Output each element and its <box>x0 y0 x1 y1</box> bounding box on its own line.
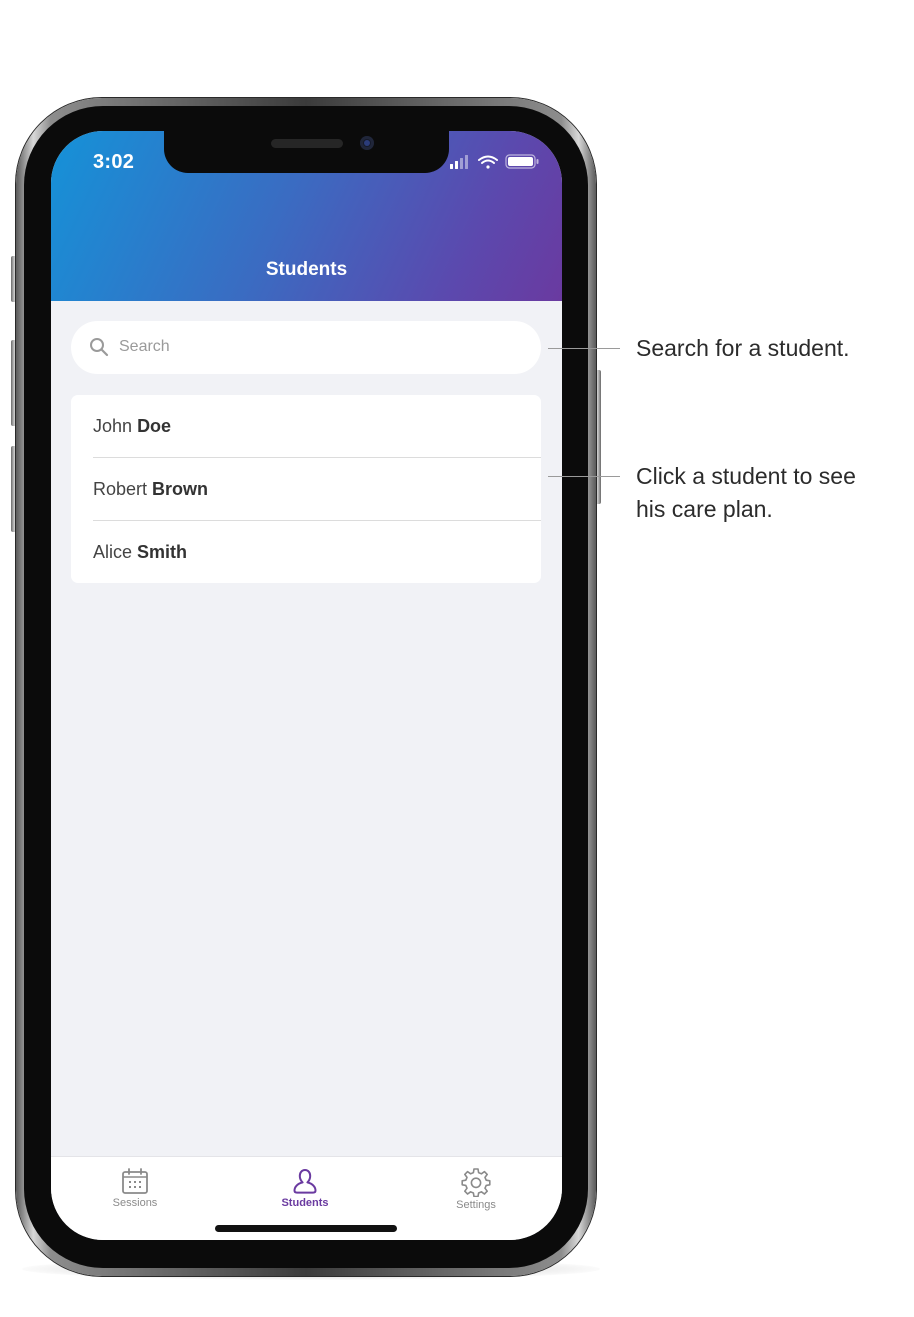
battery-icon <box>505 154 539 169</box>
student-row[interactable]: John Doe <box>71 395 541 458</box>
page-title: Students <box>265 259 348 280</box>
app-header: 3:02 Students <box>51 131 562 301</box>
student-last-name: Doe <box>137 416 172 436</box>
list-callout-line1: Click a student to see <box>636 463 856 489</box>
search-callout-line <box>548 348 620 349</box>
person-icon <box>293 1169 317 1194</box>
tab-label: Settings <box>456 1199 496 1211</box>
student-last-name: Smith <box>137 542 188 562</box>
notch <box>164 131 449 173</box>
student-first-name: Alice <box>93 542 133 562</box>
search-callout: Search for a student. <box>636 335 850 361</box>
student-name: Robert Brown <box>93 479 208 500</box>
student-last-name: Brown <box>152 479 209 499</box>
speaker <box>271 139 343 148</box>
front-camera <box>360 136 374 150</box>
student-name: John Doe <box>93 416 171 437</box>
home-indicator <box>215 1225 397 1232</box>
calendar-icon <box>122 1168 148 1194</box>
status-bar-icons <box>450 154 539 169</box>
tab-students[interactable]: Students <box>245 1167 365 1209</box>
search-icon <box>90 338 109 357</box>
student-first-name: John <box>93 416 133 436</box>
student-list: John Doe Robert Brown Alice Smith <box>71 395 541 583</box>
student-row[interactable]: Robert Brown <box>71 458 541 521</box>
signal-icon <box>450 155 468 169</box>
list-callout-line2: his care plan. <box>636 496 773 522</box>
search-placeholder: Search <box>119 338 170 355</box>
student-name: Alice Smith <box>93 542 187 563</box>
status-icons <box>450 154 542 170</box>
gear-icon <box>461 1168 491 1197</box>
phone-screen: 3:02 Students Search John Doe Robert Bro… <box>51 131 562 1240</box>
tab-sessions[interactable]: Sessions <box>75 1167 195 1209</box>
student-first-name: Robert <box>93 479 148 499</box>
wifi-icon <box>478 155 498 169</box>
tab-settings[interactable]: Settings <box>416 1167 536 1211</box>
student-row[interactable]: Alice Smith <box>71 521 541 583</box>
status-time: 3:02 <box>93 151 135 173</box>
tab-label: Students <box>281 1197 329 1209</box>
tab-label: Sessions <box>112 1197 158 1209</box>
search-input[interactable]: Search <box>71 321 541 374</box>
list-callout-line <box>548 476 620 477</box>
